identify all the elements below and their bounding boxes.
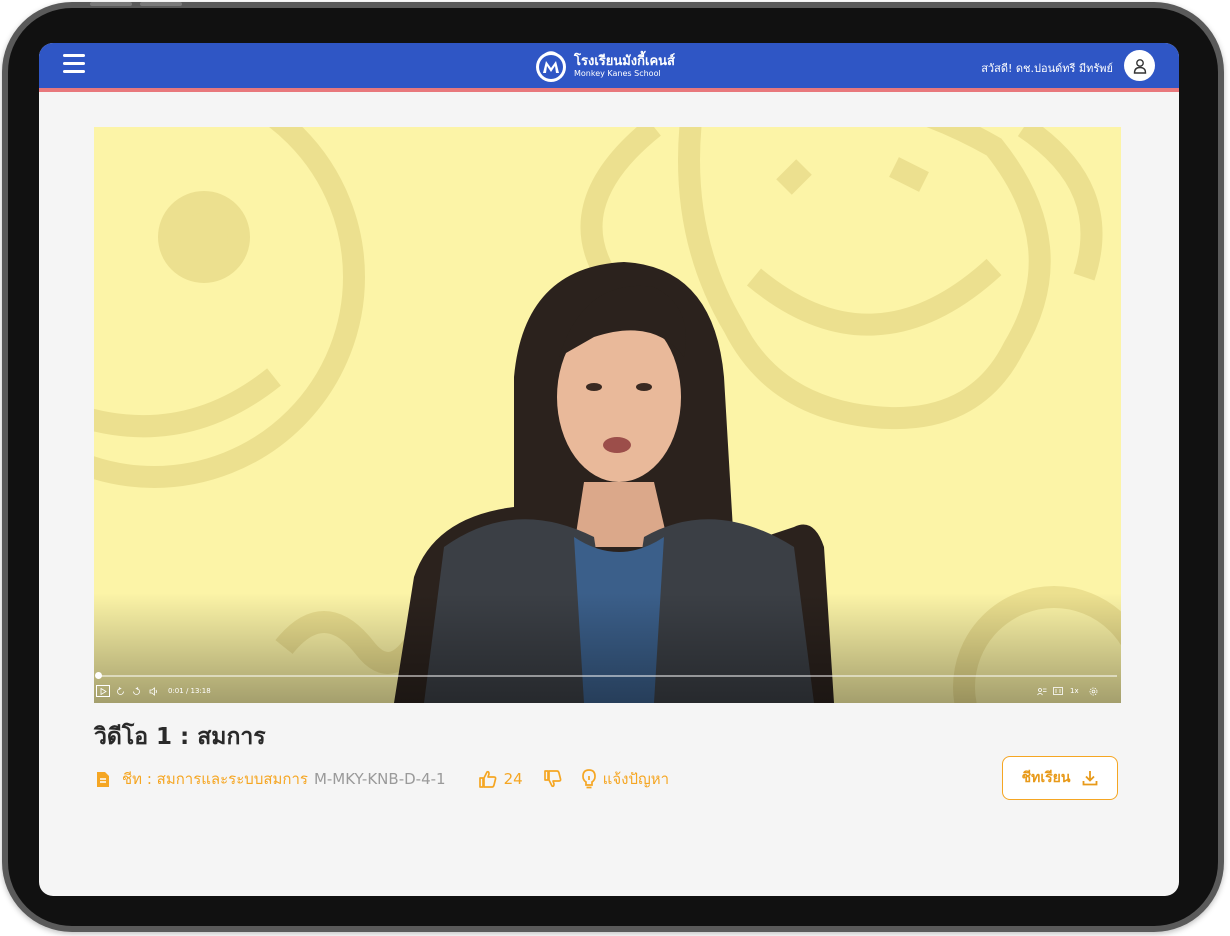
video-controls: 0:01 / 13:18 1x bbox=[94, 683, 1121, 699]
user-avatar-button[interactable] bbox=[1124, 50, 1155, 81]
user-greeting: สวัสดี! ดช.ปอนด์ทรี มีทรัพย์ bbox=[981, 62, 1113, 75]
thumbs-down-icon[interactable] bbox=[543, 769, 563, 789]
user-icon bbox=[1133, 58, 1146, 74]
report-problem-link[interactable]: แจ้งปัญหา bbox=[603, 767, 669, 791]
like-count: 24 bbox=[503, 770, 523, 788]
playback-speed[interactable]: 1x bbox=[1070, 685, 1079, 697]
school-name-thai: โรงเรียนมังกี้เคนส์ bbox=[574, 53, 675, 69]
document-icon bbox=[97, 771, 109, 787]
settings-icon[interactable] bbox=[1087, 685, 1099, 697]
video-progress-knob[interactable] bbox=[95, 672, 102, 679]
volume-button bbox=[90, 2, 132, 6]
play-icon[interactable] bbox=[96, 685, 110, 697]
school-name-english: Monkey Kanes School bbox=[574, 68, 661, 78]
download-icon bbox=[1083, 771, 1098, 786]
download-sheet-button[interactable]: ชีทเรียน bbox=[1002, 756, 1118, 800]
video-title: วิดีโอ 1 : สมการ bbox=[94, 724, 266, 750]
power-button bbox=[140, 2, 182, 6]
school-logo[interactable]: โรงเรียนมังกี้เคนส์ Monkey Kanes School bbox=[534, 47, 675, 85]
top-navigation-bar: โรงเรียนมังกี้เคนส์ Monkey Kanes School … bbox=[39, 43, 1179, 92]
sheet-code: M-MKY-KNB-D-4-1 bbox=[313, 770, 446, 788]
video-player[interactable]: 0:01 / 13:18 1x bbox=[94, 127, 1121, 703]
video-time: 0:01 / 13:18 bbox=[168, 687, 211, 695]
forward-10-icon[interactable] bbox=[130, 685, 142, 697]
video-progress-bar[interactable] bbox=[95, 672, 1117, 679]
sheet-link[interactable]: ชีท : สมการและระบบสมการ bbox=[122, 767, 308, 791]
volume-icon[interactable] bbox=[147, 685, 159, 697]
thumbs-up-icon[interactable] bbox=[478, 769, 498, 789]
video-meta-row: ชีท : สมการและระบบสมการ M-MKY-KNB-D-4-1 … bbox=[96, 768, 669, 790]
app-screen: โรงเรียนมังกี้เคนส์ Monkey Kanes School … bbox=[39, 43, 1179, 896]
caption-icon[interactable] bbox=[1036, 685, 1048, 697]
rewind-10-icon[interactable] bbox=[114, 685, 126, 697]
lightbulb-icon[interactable] bbox=[581, 769, 597, 789]
download-sheet-label: ชีทเรียน bbox=[1021, 770, 1071, 786]
school-emblem-icon bbox=[536, 51, 566, 82]
hamburger-menu-icon[interactable] bbox=[63, 54, 85, 74]
subtitles-icon[interactable] bbox=[1052, 685, 1064, 697]
